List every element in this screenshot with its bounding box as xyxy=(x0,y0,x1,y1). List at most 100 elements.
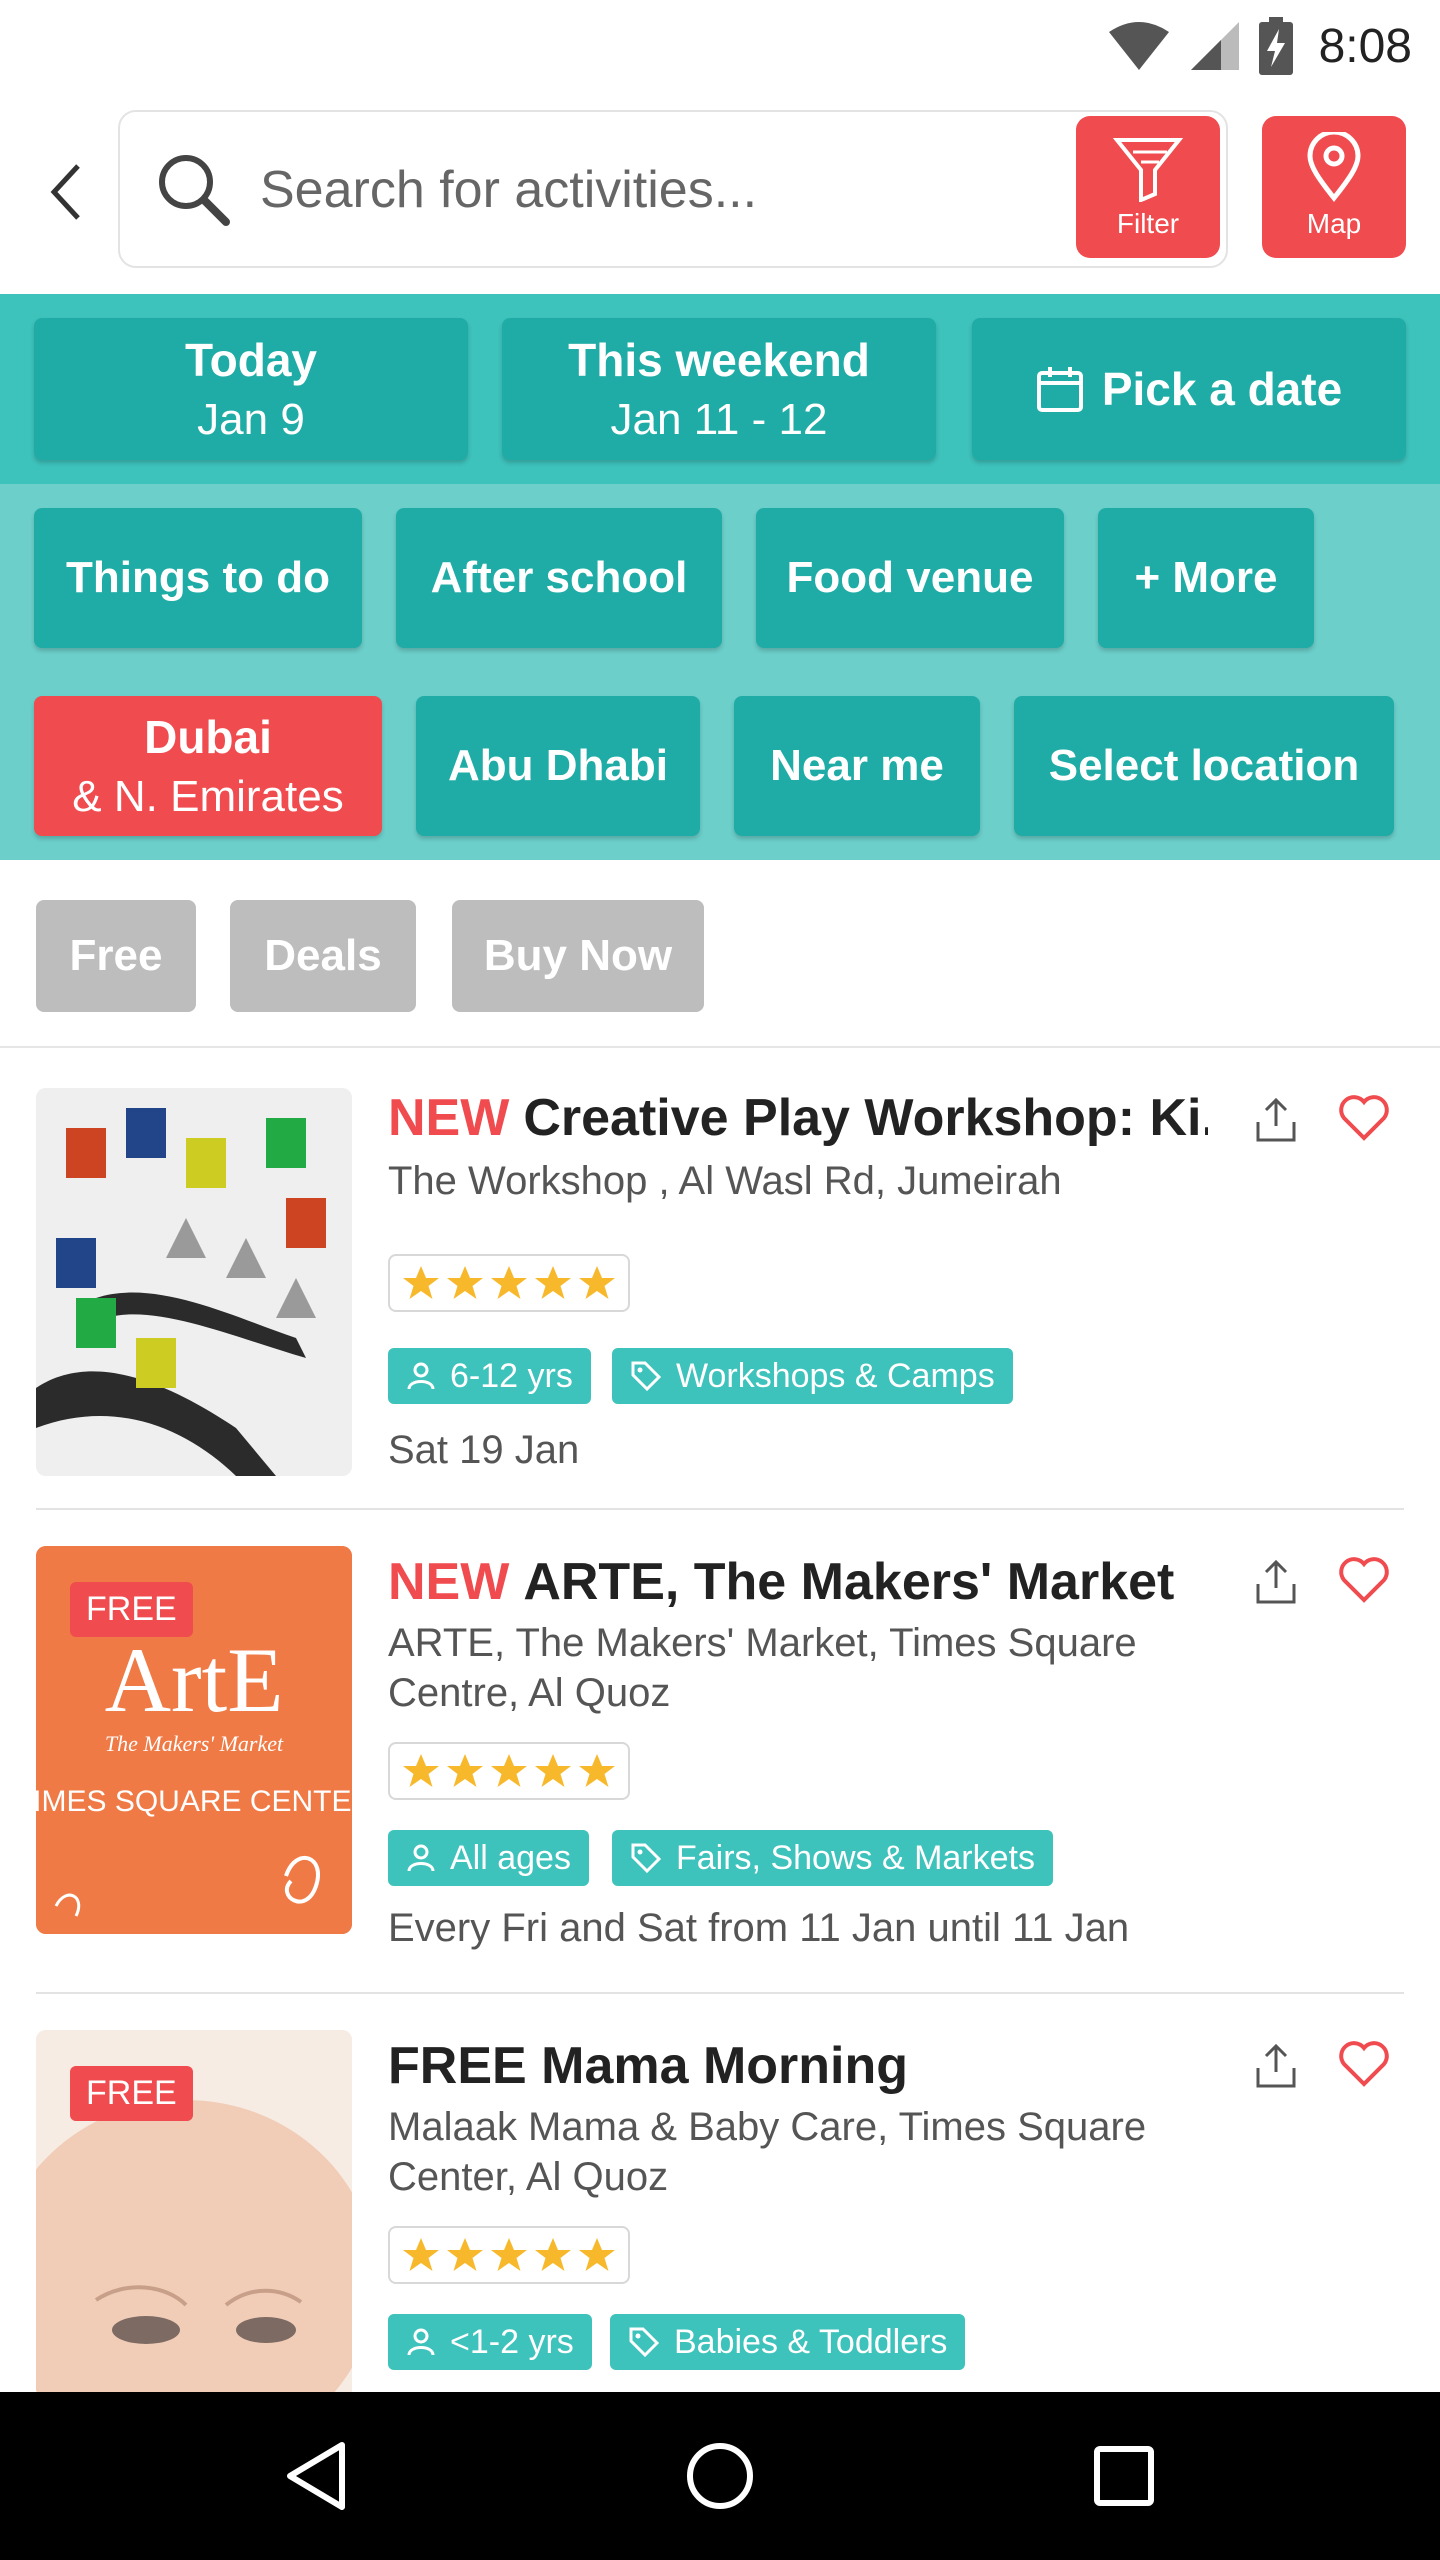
category-chip-more[interactable]: + More xyxy=(1098,508,1314,648)
share-icon[interactable] xyxy=(1252,1558,1300,1606)
chip-label: Near me xyxy=(770,741,944,790)
date-today-chip[interactable]: Today Jan 9 xyxy=(34,318,468,460)
date-filter-row: Today Jan 9 This weekend Jan 11 - 12 Pic… xyxy=(0,294,1440,484)
map-pin-icon xyxy=(1307,132,1361,202)
tag-icon xyxy=(631,1361,662,1392)
chip-label: Select location xyxy=(1048,741,1360,790)
tag-icon xyxy=(631,1843,662,1874)
back-button[interactable] xyxy=(26,152,106,232)
nav-back-icon xyxy=(287,2442,345,2510)
star-icon xyxy=(535,2238,571,2271)
clock: 8:08 xyxy=(1318,19,1412,73)
map-button[interactable]: Map xyxy=(1262,116,1406,258)
search-input[interactable]: Search for activities... xyxy=(260,160,757,220)
wifi-icon xyxy=(1108,22,1169,70)
filter-icon xyxy=(1113,138,1183,202)
chip-subtitle: Jan 9 xyxy=(197,395,305,444)
star-rating xyxy=(388,1742,630,1800)
deals-pill[interactable]: Deals xyxy=(230,900,416,1012)
location-chip-dubai[interactable]: Dubai & N. Emirates xyxy=(34,696,382,836)
star-icon xyxy=(491,2238,527,2271)
star-icon xyxy=(491,1754,527,1787)
status-bar: 8:08 xyxy=(0,0,1440,92)
pick-date-chip[interactable]: Pick a date xyxy=(972,318,1406,460)
chip-label: Things to do xyxy=(66,553,330,602)
signal-icon xyxy=(1190,22,1239,70)
person-icon xyxy=(407,2328,435,2356)
listing-title[interactable]: FREE Mama Morning xyxy=(388,2036,908,2096)
chip-subtitle: Jan 11 - 12 xyxy=(610,395,828,444)
category-chip-after-school[interactable]: After school xyxy=(396,508,722,648)
star-icon xyxy=(579,2238,615,2271)
star-icon xyxy=(403,1754,439,1787)
category-label: Babies & Toddlers xyxy=(674,2322,948,2361)
share-icon[interactable] xyxy=(1252,2042,1300,2090)
listing-title[interactable]: NEW Creative Play Workshop: Ki... xyxy=(388,1088,1208,1148)
listing-title-text: ARTE, The Makers' Market xyxy=(523,1553,1175,1611)
chip-subtitle: & N. Emirates xyxy=(72,772,344,821)
calendar-icon xyxy=(1036,367,1083,412)
share-icon[interactable] xyxy=(1252,1096,1300,1144)
search-bar[interactable]: Search for activities... xyxy=(118,110,1228,268)
listing-thumbnail: FREE xyxy=(36,2030,352,2394)
star-icon xyxy=(447,1266,483,1299)
new-badge: NEW xyxy=(388,1553,510,1611)
location-filter-row: Dubai & N. Emirates Abu Dhabi Near me Se… xyxy=(0,672,1440,860)
chip-label: + More xyxy=(1134,553,1278,602)
favorite-heart-icon[interactable] xyxy=(1338,2038,1390,2090)
age-tag: All ages xyxy=(388,1830,589,1886)
category-label: Fairs, Shows & Markets xyxy=(676,1838,1035,1877)
listing-date: Every Fri and Sat from 11 Jan until 11 J… xyxy=(388,1906,1130,1950)
age-label: <1-2 yrs xyxy=(450,2322,574,2361)
chip-label: After school xyxy=(430,553,688,602)
android-nav-bar xyxy=(0,2392,1440,2560)
person-icon xyxy=(407,1844,435,1872)
free-pill[interactable]: Free xyxy=(36,900,196,1012)
star-icon xyxy=(579,1754,615,1787)
listing-item[interactable]: NEW Creative Play Workshop: Ki... The Wor… xyxy=(0,1048,1440,1510)
category-label: Workshops & Camps xyxy=(676,1356,995,1395)
arte-sub-text: The Makers' Market xyxy=(105,1731,284,1756)
location-chip-abu-dhabi[interactable]: Abu Dhabi xyxy=(416,696,700,836)
category-tag: Workshops & Camps xyxy=(612,1348,1013,1404)
nav-recents-icon xyxy=(1094,2446,1154,2506)
arte-logo-text: ArtE xyxy=(105,1629,284,1731)
age-label: All ages xyxy=(450,1838,571,1877)
star-icon xyxy=(447,1754,483,1787)
category-tag: Babies & Toddlers xyxy=(610,2314,966,2370)
chip-title: Today xyxy=(184,334,318,386)
age-tag: <1-2 yrs xyxy=(388,2314,592,2370)
location-chip-near-me[interactable]: Near me xyxy=(734,696,980,836)
listing-title[interactable]: NEW ARTE, The Makers' Market xyxy=(388,1552,1174,1612)
quick-filter-pills: Free Deals Buy Now xyxy=(0,860,1440,1048)
listing-item[interactable]: ArtE The Makers' Market TIMES SQUARE CEN… xyxy=(0,1510,1440,1994)
star-icon xyxy=(535,1266,571,1299)
battery-charging-icon xyxy=(1258,17,1293,75)
tag-icon xyxy=(629,2327,660,2358)
buy-now-pill[interactable]: Buy Now xyxy=(452,900,704,1012)
search-icon xyxy=(159,155,230,226)
map-label: Map xyxy=(1306,208,1362,239)
age-label: 6-12 yrs xyxy=(450,1356,573,1395)
back-arrow-icon xyxy=(50,164,80,220)
nav-back-button[interactable] xyxy=(266,2426,366,2526)
chip-title: Pick a date xyxy=(1101,363,1343,415)
star-icon xyxy=(491,1266,527,1299)
category-chip-things-to-do[interactable]: Things to do xyxy=(34,508,362,648)
listing-venue: Malaak Mama & Baby Care, Times Square Ce… xyxy=(388,2105,1147,2199)
favorite-heart-icon[interactable] xyxy=(1338,1092,1390,1144)
star-icon xyxy=(403,1266,439,1299)
listing-venue: ARTE, The Makers' Market, Times Square C… xyxy=(388,1621,1137,1715)
arte-place-text: TIMES SQUARE CENTER xyxy=(36,1785,352,1818)
date-weekend-chip[interactable]: This weekend Jan 11 - 12 xyxy=(502,318,936,460)
nav-home-button[interactable] xyxy=(670,2426,770,2526)
category-chip-food-venue[interactable]: Food venue xyxy=(756,508,1064,648)
nav-recents-button[interactable] xyxy=(1074,2426,1174,2526)
listing-date: Sat 19 Jan xyxy=(388,1428,580,1472)
location-chip-select[interactable]: Select location xyxy=(1014,696,1394,836)
favorite-heart-icon[interactable] xyxy=(1338,1554,1390,1606)
listing-item[interactable]: FREE FREE Mama Morning Malaak Mama & Bab… xyxy=(0,1994,1440,2394)
filter-button[interactable]: Filter xyxy=(1076,116,1220,258)
star-icon xyxy=(535,1754,571,1787)
listing-title-text: Creative Play Workshop: Ki... xyxy=(523,1089,1208,1147)
